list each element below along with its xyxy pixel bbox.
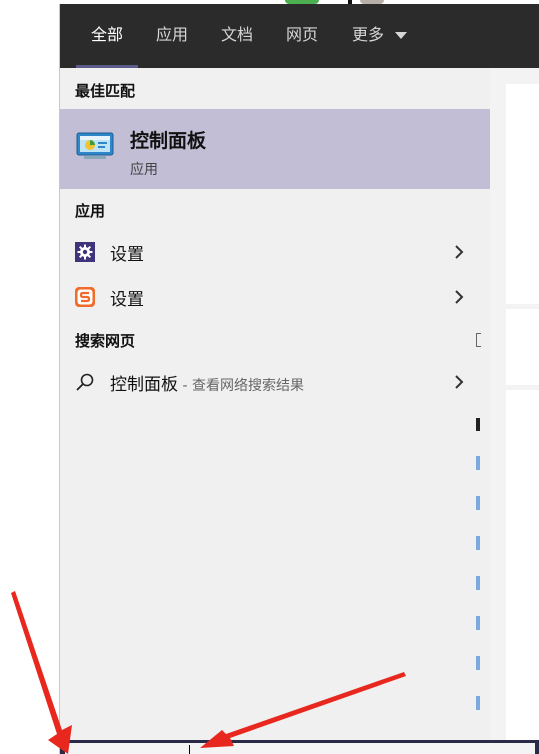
start-search-panel: 全部 应用 文档 网页 更多 最佳匹配 控制面板 应用 应用 设置 设置 搜索网… — [60, 4, 539, 754]
web-search-result[interactable]: 控制面板 - 查看网络搜索结果 — [60, 362, 490, 402]
preview-link-icon — [476, 456, 480, 470]
tab-more[interactable]: 更多 — [352, 4, 384, 68]
preview-link-icon — [476, 656, 480, 670]
search-box[interactable] — [60, 740, 539, 754]
tab-web[interactable]: 网页 — [286, 4, 318, 68]
tab-apps[interactable]: 应用 — [156, 4, 188, 68]
search-icon — [76, 373, 94, 391]
preview-card — [506, 390, 539, 754]
preview-card — [506, 309, 539, 385]
preview-item-icon — [476, 333, 481, 347]
preview-link-icon — [476, 576, 480, 590]
gear-icon — [75, 242, 95, 262]
chevron-right-icon[interactable] — [452, 373, 466, 391]
search-scope-tabs: 全部 应用 文档 网页 更多 — [60, 4, 539, 68]
chevron-right-icon[interactable] — [452, 288, 466, 306]
app-result-sogou-settings[interactable]: 设置 — [60, 277, 490, 317]
app-result-settings[interactable]: 设置 — [60, 232, 490, 272]
tab-documents[interactable]: 文档 — [221, 4, 253, 68]
preview-link-icon — [476, 616, 480, 630]
web-result-hint: - 查看网络搜索结果 — [178, 378, 304, 394]
best-match-title: 控制面板 — [130, 130, 207, 152]
control-panel-icon — [76, 132, 114, 159]
section-header-apps: 应用 — [75, 202, 106, 220]
web-result-label: 控制面板 - 查看网络搜索结果 — [110, 370, 304, 395]
preview-pane — [490, 68, 539, 754]
sogou-s-icon — [75, 287, 95, 307]
search-input[interactable] — [65, 743, 535, 754]
section-header-web: 搜索网页 — [75, 332, 136, 350]
chevron-down-icon[interactable] — [395, 32, 407, 39]
preview-link-icon — [476, 536, 480, 550]
tab-all[interactable]: 全部 — [75, 4, 139, 68]
app-result-label: 设置 — [110, 290, 144, 310]
web-result-query: 控制面板 — [110, 375, 178, 395]
app-result-label: 设置 — [110, 245, 144, 265]
preview-card — [506, 84, 539, 304]
chevron-right-icon[interactable] — [452, 243, 466, 261]
best-match-subtitle: 应用 — [130, 162, 158, 178]
section-header-best-match: 最佳匹配 — [75, 82, 136, 100]
best-match-result[interactable]: 控制面板 应用 — [60, 109, 490, 189]
text-cursor — [189, 745, 190, 754]
preview-item-icon — [476, 418, 480, 431]
preview-link-icon — [476, 496, 480, 510]
preview-link-icon — [476, 696, 480, 710]
